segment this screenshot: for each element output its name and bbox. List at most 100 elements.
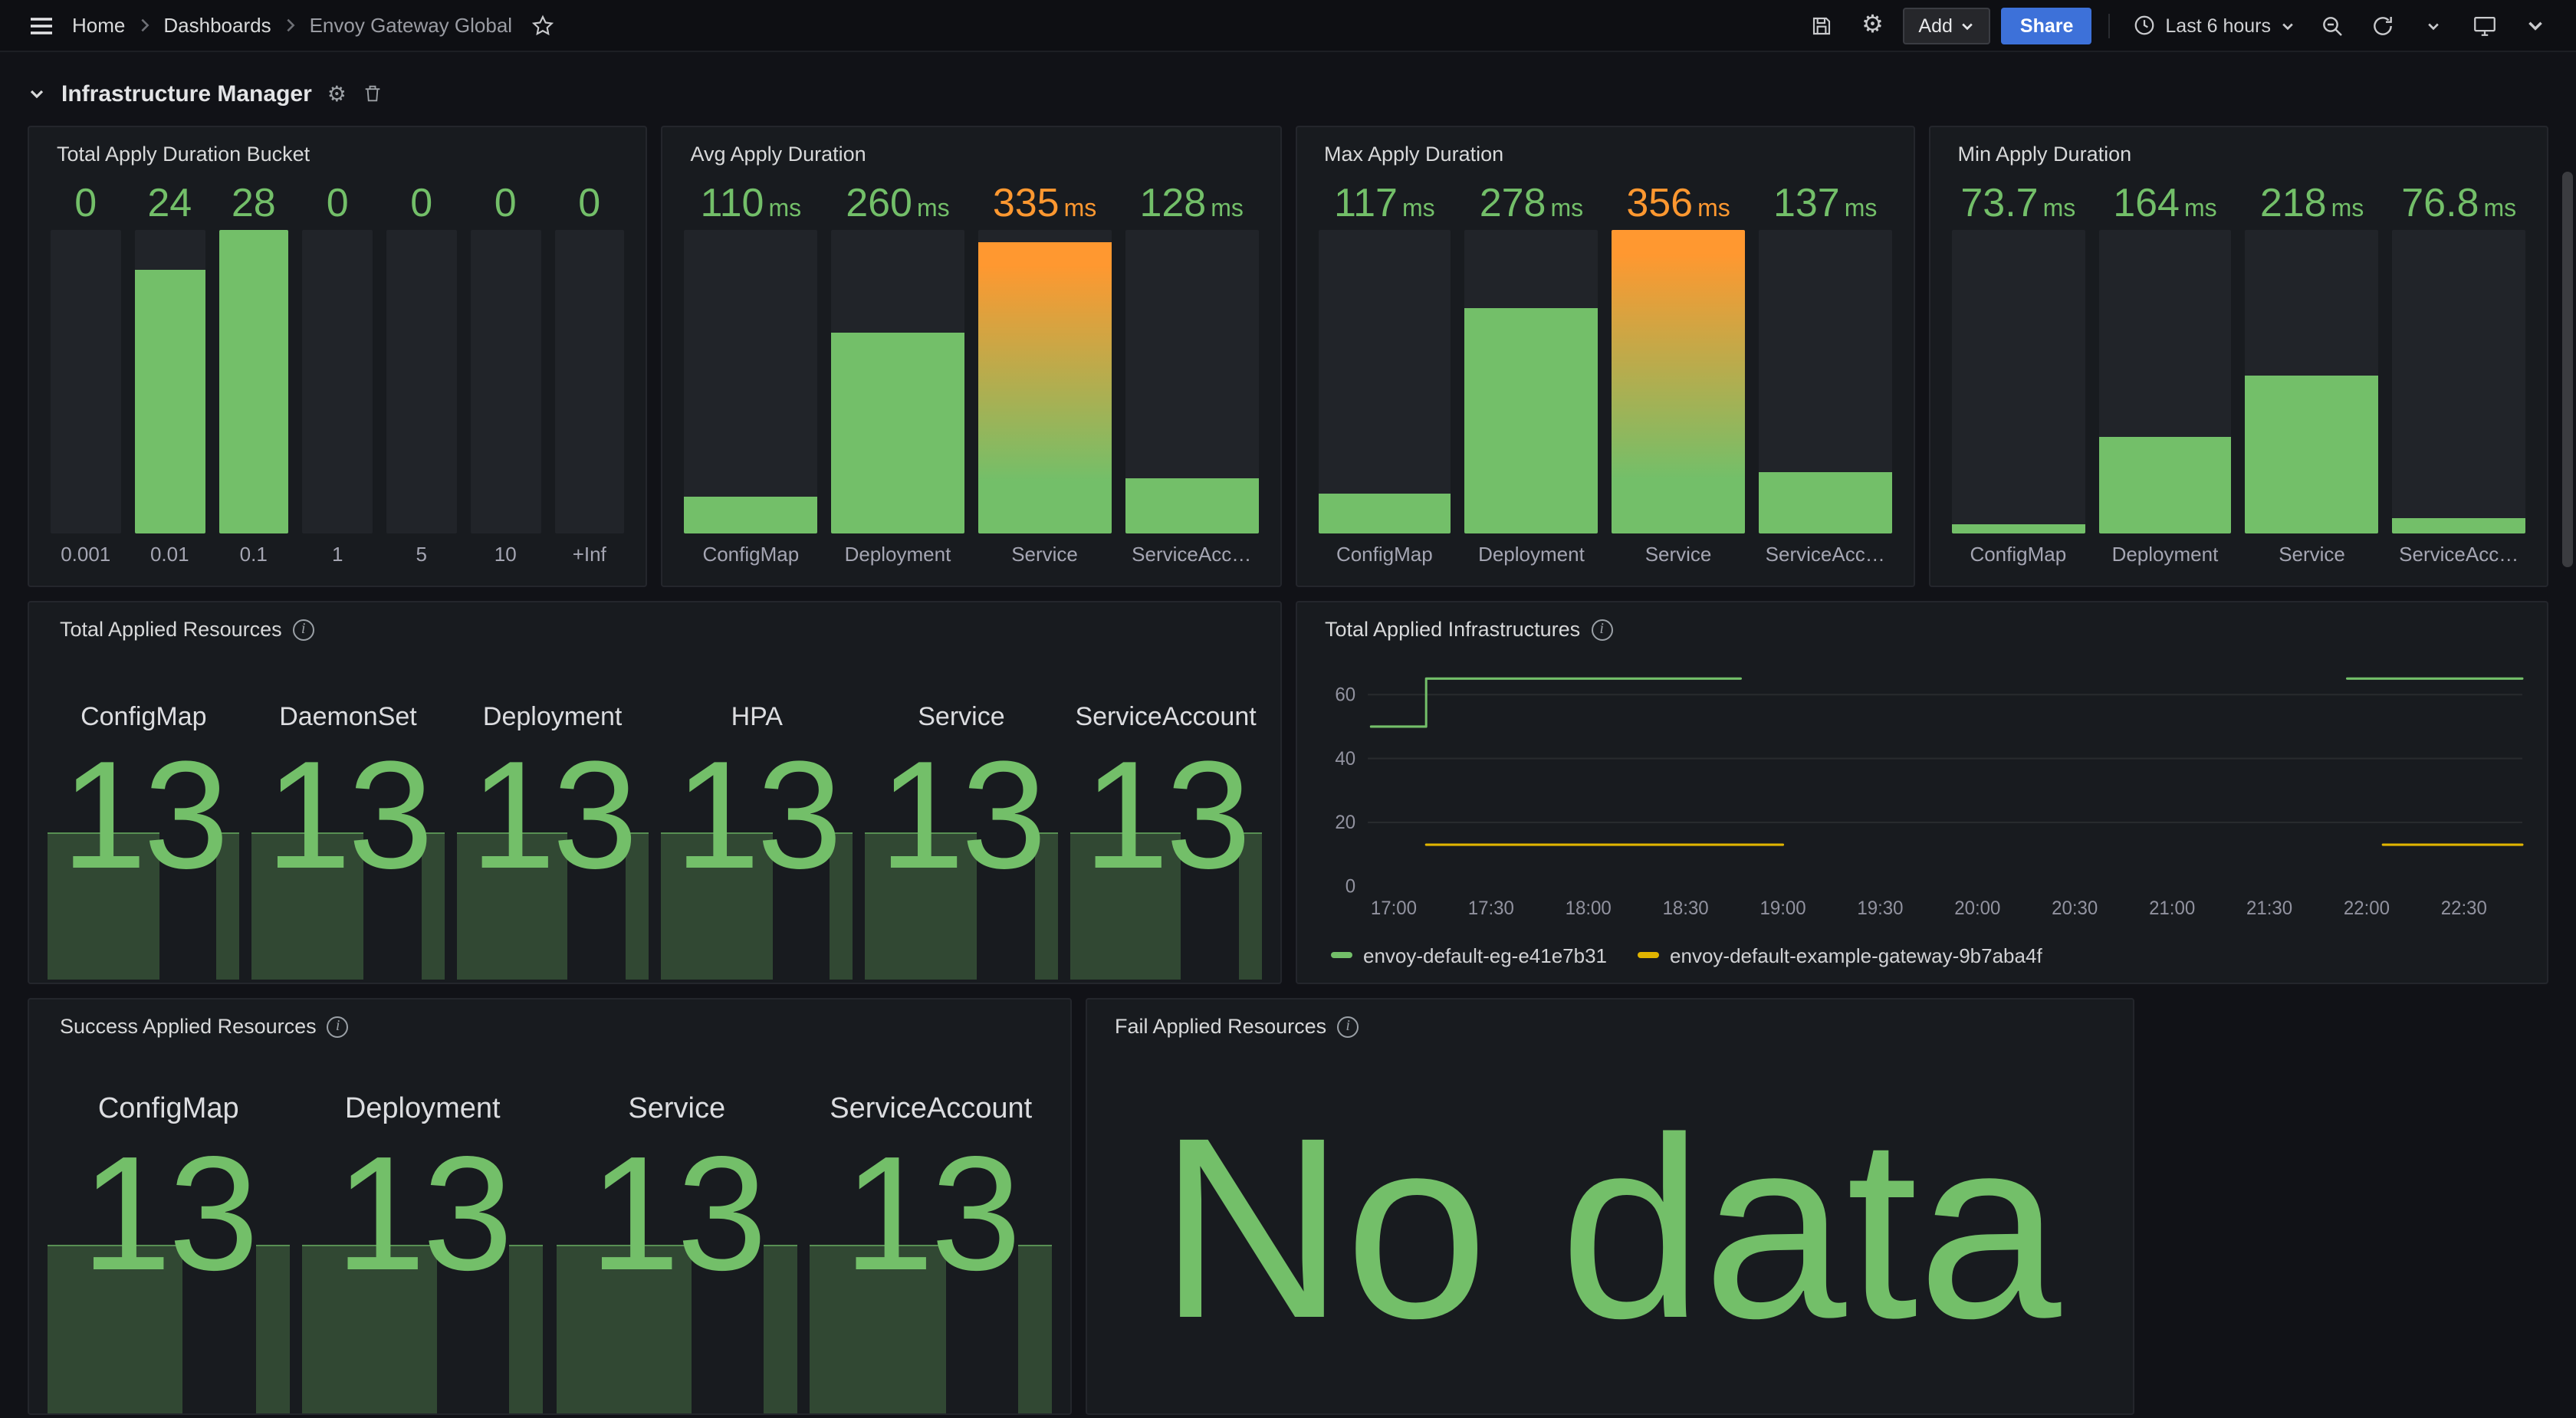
svg-text:17:30: 17:30 — [1468, 898, 1514, 919]
collapse-nav-button[interactable] — [2515, 5, 2555, 45]
panel-title[interactable]: Success Applied Resources — [60, 1015, 317, 1038]
bar-chart: 117msConfigMap278msDeployment356msServic… — [1312, 172, 1898, 573]
no-data-message: No data — [1159, 1098, 2062, 1356]
add-button[interactable]: Add — [1903, 7, 1991, 44]
share-button[interactable]: Share — [2002, 7, 2092, 44]
bar-track — [1318, 230, 1451, 533]
panel-total-applied-resources: Total Applied Resources i ConfigMap 13 Dae… — [28, 601, 1282, 984]
chevron-down-icon — [2525, 15, 2545, 35]
bar-category-label: 1 — [303, 533, 373, 573]
info-icon[interactable]: i — [293, 619, 314, 640]
bar-chart: 110msConfigMap260msDeployment335msServic… — [678, 172, 1265, 573]
zoom-out-button[interactable] — [2312, 5, 2352, 45]
bar-category-label: Deployment — [2098, 533, 2232, 573]
panel-title[interactable]: Total Applied Resources — [60, 618, 282, 641]
panel-title[interactable]: Total Apply Duration Bucket — [57, 143, 310, 166]
bar-value-unit: ms — [2184, 196, 2217, 222]
bar-track — [1759, 230, 1892, 533]
bar-category-label: ServiceAcc… — [2392, 533, 2525, 573]
bar-category-label: Deployment — [1465, 533, 1598, 573]
bar-column: 280.1 — [219, 175, 289, 573]
bar-column: 240.01 — [135, 175, 205, 573]
panel-title[interactable]: Min Apply Duration — [1958, 143, 2132, 166]
svg-text:21:30: 21:30 — [2246, 898, 2292, 919]
stat-label: Deployment — [345, 1093, 501, 1127]
legend-swatch-icon — [1638, 952, 1659, 958]
section-title[interactable]: Infrastructure Manager — [61, 80, 312, 107]
save-dashboard-button[interactable] — [1802, 5, 1842, 45]
row-settings-button[interactable]: ⚙ — [327, 83, 347, 104]
stat-cell: ConfigMap 13 — [48, 702, 240, 983]
bar-value: 28 — [219, 175, 289, 230]
stat-cell: Deployment13 — [456, 702, 649, 983]
bar-value: 356ms — [1612, 175, 1745, 230]
bar-value-unit: ms — [1064, 196, 1097, 222]
bar-fill — [2392, 518, 2525, 533]
bar-value: 0 — [471, 175, 541, 230]
bar-fill — [978, 242, 1112, 533]
bar-chart: 73.7msConfigMap164msDeployment218msServi… — [1946, 172, 2532, 573]
svg-text:20: 20 — [1335, 812, 1355, 833]
dashboard-settings-button[interactable]: ⚙ — [1852, 5, 1892, 45]
bar-fill — [1125, 479, 1258, 533]
time-range-picker[interactable]: Last 6 hours — [2127, 14, 2302, 37]
info-icon[interactable]: i — [1591, 619, 1612, 640]
breadcrumb-dashboards[interactable]: Dashboards — [163, 14, 271, 37]
panel-title[interactable]: Total Applied Infrastructures — [1325, 618, 1580, 641]
bar-track — [2098, 230, 2232, 533]
panel-title[interactable]: Fail Applied Resources — [1115, 1015, 1326, 1038]
stat-label: ConfigMap — [80, 702, 206, 733]
panel-total-apply-duration-bucket: Total Apply Duration Bucket00.001240.012… — [28, 126, 648, 587]
gear-icon: ⚙ — [1861, 13, 1884, 38]
bar-category-label: 5 — [386, 533, 457, 573]
panel-title[interactable]: Avg Apply Duration — [691, 143, 866, 166]
panel-min-apply-duration: Min Apply Duration73.7msConfigMap164msDe… — [1929, 126, 2549, 587]
svg-text:19:00: 19:00 — [1760, 898, 1806, 919]
stat-cell: ServiceAccount13 — [810, 1093, 1053, 1413]
breadcrumb-home[interactable]: Home — [72, 14, 125, 37]
stat-label: DaemonSet — [279, 702, 417, 733]
tv-mode-button[interactable] — [2464, 5, 2504, 45]
bar-value-unit: ms — [768, 196, 801, 222]
legend-item[interactable]: envoy-default-eg-e41e7b31 — [1331, 944, 1607, 967]
info-icon[interactable]: i — [1337, 1016, 1359, 1037]
legend-item[interactable]: envoy-default-example-gateway-9b7aba4f — [1638, 944, 2042, 967]
bar-value: 0 — [51, 175, 121, 230]
bar-column: 00.001 — [51, 175, 121, 573]
section-chevron-down-icon[interactable] — [28, 84, 46, 103]
bar-value: 24 — [135, 175, 205, 230]
bar-category-label: ServiceAcc… — [1125, 533, 1258, 573]
bar-track — [831, 230, 964, 533]
bar-column: 335msService — [978, 175, 1112, 573]
panel-avg-apply-duration: Avg Apply Duration110msConfigMap260msDep… — [662, 126, 1282, 587]
caret-down-icon — [2280, 18, 2295, 33]
info-icon[interactable]: i — [327, 1016, 349, 1037]
menu-toggle-button[interactable] — [21, 5, 61, 45]
panel-fail-applied-resources: Fail Applied Resources i No data — [1086, 998, 2134, 1415]
svg-text:17:00: 17:00 — [1371, 898, 1417, 919]
bar-category-label: ConfigMap — [685, 533, 818, 573]
monitor-icon — [2471, 12, 2497, 38]
timeseries-chart[interactable]: 020406017:0017:3018:0018:3019:0019:3020:… — [1313, 647, 2532, 937]
row-delete-button[interactable] — [362, 83, 383, 104]
stat-grid: ConfigMap13Deployment13Service13ServiceA… — [48, 1044, 1052, 1413]
refresh-interval-button[interactable] — [2413, 5, 2453, 45]
stat-value: 13 — [843, 1133, 1018, 1295]
stat-value: 13 — [590, 1133, 764, 1295]
stat-cell: Deployment13 — [302, 1093, 544, 1413]
panel-title[interactable]: Max Apply Duration — [1324, 143, 1503, 166]
bar-category-label: 0.01 — [135, 533, 205, 573]
bar-category-label: Deployment — [831, 533, 964, 573]
bar-value: 335ms — [978, 175, 1112, 230]
bar-value: 260ms — [831, 175, 964, 230]
scrollbar-thumb[interactable] — [2562, 172, 2573, 567]
bar-track — [1612, 230, 1745, 533]
stat-cell: ServiceAccount13 — [1070, 702, 1262, 983]
chart-legend: envoy-default-eg-e41e7b31 envoy-default-e… — [1313, 937, 2532, 973]
refresh-button[interactable] — [2363, 5, 2403, 45]
stat-value: 13 — [61, 739, 225, 892]
stat-value: 13 — [266, 739, 430, 892]
favorite-button[interactable] — [523, 5, 563, 45]
bar-track — [2392, 230, 2525, 533]
time-range-label: Last 6 hours — [2165, 15, 2271, 36]
